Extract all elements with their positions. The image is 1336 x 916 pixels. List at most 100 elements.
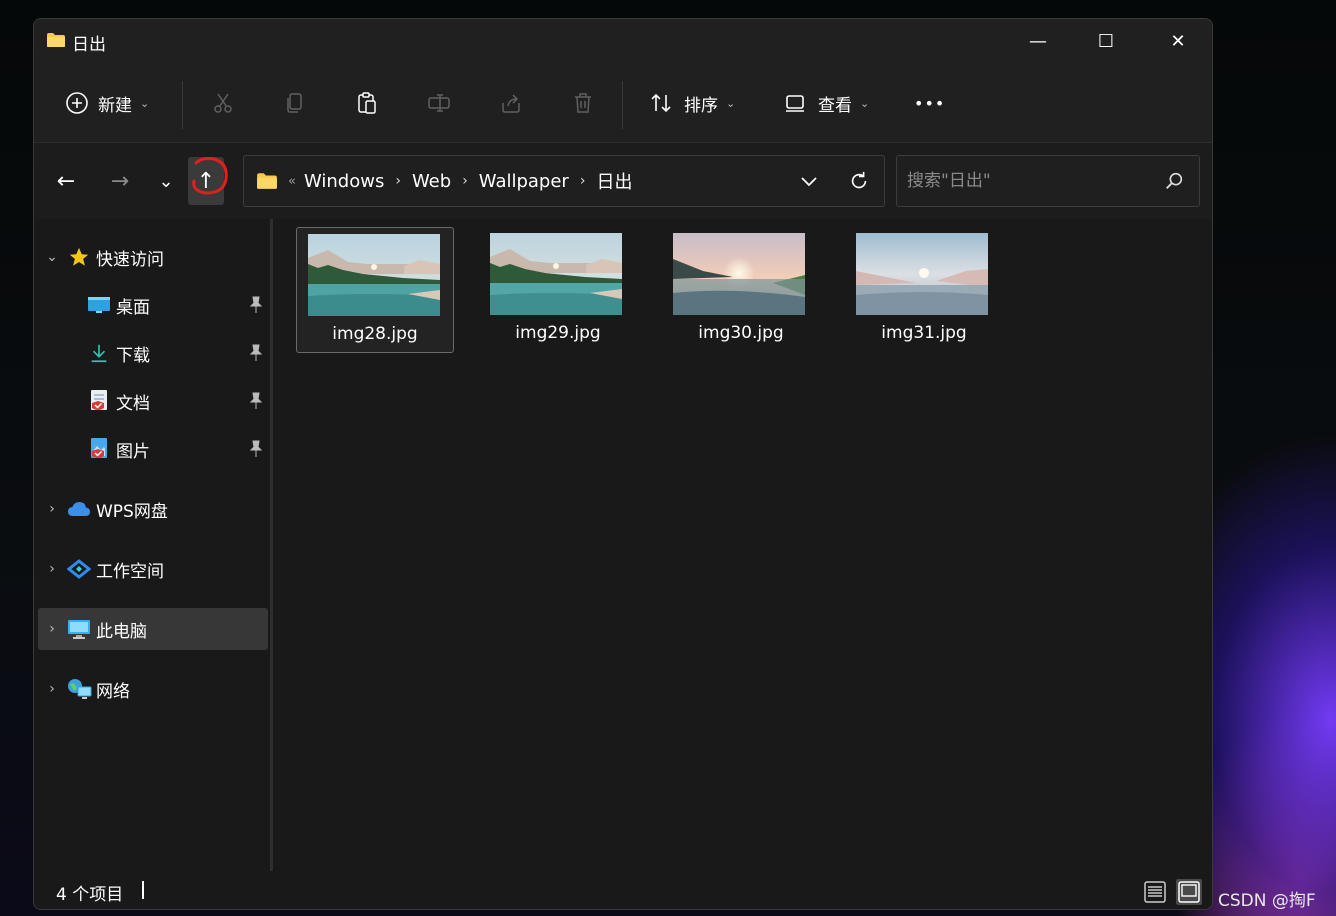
- sidebar-item-label: 快速访问: [96, 249, 164, 270]
- sidebar-item-label: 网络: [96, 681, 130, 702]
- cut-icon: [210, 90, 236, 116]
- large-icons-view-button[interactable]: [1176, 879, 1202, 905]
- share-icon: [498, 90, 524, 116]
- image-thumbnail: [856, 233, 988, 315]
- sidebar-item-desktop[interactable]: 桌面: [38, 284, 268, 326]
- back-button[interactable]: ←: [48, 157, 84, 205]
- download-icon: [86, 341, 112, 365]
- breadcrumb-web[interactable]: Web: [412, 171, 451, 192]
- delete-button[interactable]: [570, 81, 596, 125]
- file-item-img31[interactable]: img31.jpg: [845, 227, 1003, 353]
- chevron-right-icon[interactable]: ›: [38, 561, 66, 577]
- rename-button[interactable]: [426, 81, 452, 125]
- chevron-right-icon[interactable]: ›: [38, 621, 66, 637]
- sidebar-item-downloads[interactable]: 下载: [38, 332, 268, 374]
- sidebar-item-quick-access[interactable]: ⌄ 快速访问: [38, 236, 268, 278]
- close-button[interactable]: ✕: [1142, 19, 1212, 63]
- file-name: img29.jpg: [515, 323, 601, 343]
- close-icon: ✕: [1170, 30, 1186, 52]
- chevron-right-icon[interactable]: ›: [395, 173, 401, 189]
- command-bar: 新建 ⌄ 排序 ⌄ 查看 ⌄ •••: [34, 63, 1212, 143]
- title-bar: 日出 — ☐ ✕: [34, 19, 1212, 63]
- status-caret: [142, 881, 144, 899]
- file-item-img29[interactable]: img29.jpg: [479, 227, 637, 353]
- pin-icon[interactable]: [248, 344, 264, 362]
- pictures-icon: [86, 437, 112, 461]
- desktop-icon: [86, 293, 112, 317]
- folder-icon: [47, 33, 65, 47]
- star-icon: [66, 245, 92, 269]
- watermark: CSDN @掏F: [1218, 891, 1316, 911]
- sidebar-item-workspace[interactable]: › 工作空间: [38, 548, 268, 590]
- pin-icon[interactable]: [248, 440, 264, 458]
- maximize-icon: ☐: [1097, 30, 1115, 52]
- image-thumbnail: [308, 234, 440, 316]
- more-icon: •••: [914, 93, 946, 113]
- path-overflow-icon[interactable]: «: [288, 174, 296, 189]
- pin-icon[interactable]: [248, 296, 264, 314]
- sidebar-item-documents[interactable]: 文档: [38, 380, 268, 422]
- navigation-bar: ← → ⌄ ↑ « Windows › Web › Wallpaper › 日出: [34, 143, 1212, 219]
- minimize-button[interactable]: —: [1002, 19, 1074, 63]
- image-thumbnail: [673, 233, 805, 315]
- forward-button[interactable]: →: [102, 157, 138, 205]
- minimize-icon: —: [1029, 30, 1047, 52]
- computer-icon: [66, 617, 92, 641]
- sidebar-item-network[interactable]: › 网络: [38, 668, 268, 710]
- chevron-right-icon[interactable]: ›: [462, 173, 468, 189]
- rename-icon: [426, 90, 452, 116]
- chevron-right-icon[interactable]: ›: [580, 173, 586, 189]
- image-thumbnail: [490, 233, 622, 315]
- search-icon[interactable]: [1163, 170, 1185, 192]
- sidebar-item-label: 文档: [116, 393, 150, 414]
- folder-icon: [257, 173, 277, 189]
- address-dropdown-button[interactable]: [784, 156, 834, 206]
- refresh-button[interactable]: [834, 156, 884, 206]
- item-count: 4 个项目: [56, 885, 124, 905]
- chevron-down-icon[interactable]: ⌄: [38, 249, 66, 265]
- toolbar-divider: [182, 81, 183, 129]
- navigation-pane-scrollbar[interactable]: [270, 219, 273, 871]
- cut-button[interactable]: [210, 81, 236, 125]
- sidebar-item-label: 桌面: [116, 297, 150, 318]
- file-item-img30[interactable]: img30.jpg: [662, 227, 820, 353]
- large-icons-view-icon: [1178, 881, 1200, 903]
- address-bar[interactable]: « Windows › Web › Wallpaper › 日出: [243, 155, 885, 207]
- details-view-icon: [1144, 881, 1166, 903]
- sort-button[interactable]: 排序 ⌄: [648, 81, 735, 125]
- sidebar-item-label: 图片: [116, 441, 150, 462]
- new-button[interactable]: 新建 ⌄: [64, 81, 149, 125]
- sidebar-item-this-pc[interactable]: › 此电脑: [38, 608, 268, 650]
- file-name: img31.jpg: [881, 323, 967, 343]
- chevron-right-icon[interactable]: ›: [38, 681, 66, 697]
- view-label: 查看: [818, 95, 852, 116]
- toolbar-divider: [622, 81, 623, 129]
- plus-circle-icon: [64, 90, 90, 116]
- search-box: [896, 155, 1200, 207]
- sidebar-item-label: 工作空间: [96, 561, 164, 582]
- refresh-icon: [851, 171, 867, 189]
- breadcrumb-wallpaper[interactable]: Wallpaper: [479, 171, 569, 192]
- more-button[interactable]: •••: [914, 81, 945, 125]
- copy-button[interactable]: [282, 81, 308, 125]
- breadcrumb-sunrise[interactable]: 日出: [596, 168, 632, 194]
- breadcrumb-windows[interactable]: Windows: [304, 171, 384, 192]
- search-input[interactable]: [897, 156, 1147, 206]
- details-view-button[interactable]: [1142, 879, 1168, 905]
- paste-button[interactable]: [354, 81, 380, 125]
- file-name: img28.jpg: [332, 324, 418, 344]
- chevron-down-icon: ⌄: [726, 96, 736, 110]
- sidebar-item-wps-drive[interactable]: › WPS网盘: [38, 488, 268, 530]
- sidebar-item-label: 此电脑: [96, 621, 147, 642]
- file-item-img28[interactable]: img28.jpg: [296, 227, 454, 353]
- pin-icon[interactable]: [248, 392, 264, 410]
- arrow-left-icon: ←: [56, 168, 76, 194]
- sidebar-item-pictures[interactable]: 图片: [38, 428, 268, 470]
- share-button[interactable]: [498, 81, 524, 125]
- up-button[interactable]: ↑: [188, 157, 228, 205]
- documents-icon: [86, 389, 112, 413]
- chevron-right-icon[interactable]: ›: [38, 501, 66, 517]
- recent-locations-button[interactable]: ⌄: [148, 157, 184, 205]
- maximize-button[interactable]: ☐: [1070, 19, 1142, 63]
- view-button[interactable]: 查看 ⌄: [782, 81, 869, 125]
